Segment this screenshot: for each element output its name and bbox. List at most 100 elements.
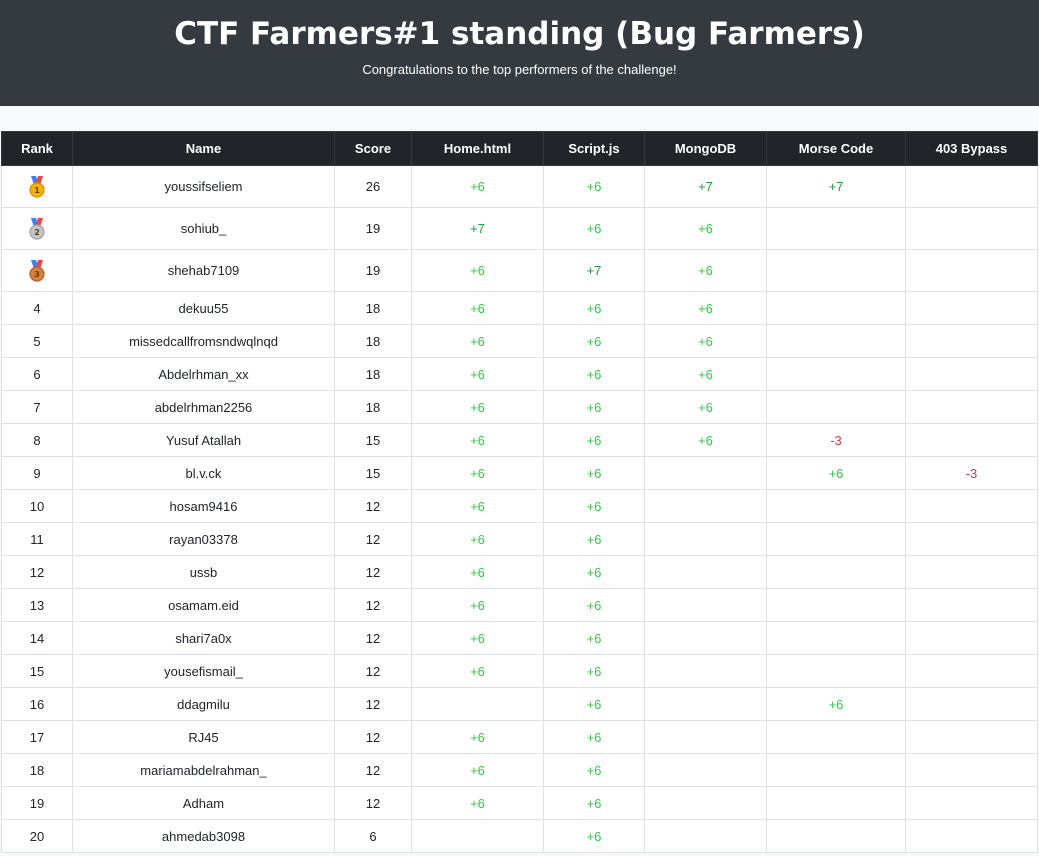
table-row: 18 mariamabdelrahman_ 12 +6 +6 xyxy=(1,753,1038,787)
table-row: 13 osamam.eid 12 +6 +6 xyxy=(1,588,1038,622)
home-html-points-cell: +6 xyxy=(411,324,544,358)
mongodb-points-cell xyxy=(644,588,767,622)
table-row: 1 youssifseliem 26 +6 +6 +7 +7 xyxy=(1,165,1038,208)
player-name: missedcallfromsndwqlnqd xyxy=(72,324,335,358)
mongodb-points-cell xyxy=(644,654,767,688)
script-js-points-cell: +6 xyxy=(543,291,645,325)
script-js-points-cell: +6 xyxy=(543,555,645,589)
table-row: 12 ussb 12 +6 +6 xyxy=(1,555,1038,589)
mongodb-points-cell xyxy=(644,621,767,655)
rank-cell: 20 xyxy=(1,819,73,853)
player-name: hosam9416 xyxy=(72,489,335,523)
morse-code-points-cell xyxy=(766,489,906,523)
home-html-points-cell: +6 xyxy=(411,165,544,208)
leaderboard-table: Rank Name Score Home.html Script.js Mong… xyxy=(1,131,1038,853)
score-cell: 12 xyxy=(334,489,412,523)
score-cell: 19 xyxy=(334,249,412,292)
rank-cell: 12 xyxy=(1,555,73,589)
score-cell: 12 xyxy=(334,654,412,688)
403-bypass-points-cell xyxy=(905,654,1038,688)
score-cell: 12 xyxy=(334,522,412,556)
403-bypass-points-cell xyxy=(905,324,1038,358)
morse-code-points-cell xyxy=(766,207,906,250)
mongodb-points-cell xyxy=(644,720,767,754)
morse-code-points-cell xyxy=(766,291,906,325)
home-html-points-cell: +6 xyxy=(411,390,544,424)
rank-cell: 18 xyxy=(1,753,73,787)
rank-cell: 3 xyxy=(1,249,73,292)
table-row: 15 yousefismail_ 12 +6 +6 xyxy=(1,654,1038,688)
script-js-points-cell: +6 xyxy=(543,390,645,424)
morse-code-points-cell xyxy=(766,522,906,556)
svg-text:3: 3 xyxy=(34,270,40,279)
page-title: CTF Farmers#1 standing (Bug Farmers) xyxy=(174,16,865,52)
403-bypass-points-cell xyxy=(905,207,1038,250)
morse-code-points-cell: +6 xyxy=(766,456,906,490)
player-name: dekuu55 xyxy=(72,291,335,325)
mongodb-points-cell xyxy=(644,687,767,721)
home-html-points-cell: +6 xyxy=(411,291,544,325)
rank-cell: 14 xyxy=(1,621,73,655)
script-js-points-cell: +6 xyxy=(543,819,645,853)
score-cell: 12 xyxy=(334,786,412,820)
player-name: Abdelrhman_xx xyxy=(72,357,335,391)
script-js-points-cell: +6 xyxy=(543,588,645,622)
table-row: 8 Yusuf Atallah 15 +6 +6 +6 -3 xyxy=(1,423,1038,457)
morse-code-points-cell xyxy=(766,324,906,358)
column-header-rank: Rank xyxy=(1,131,73,166)
script-js-points-cell: +6 xyxy=(543,456,645,490)
table-row: 17 RJ45 12 +6 +6 xyxy=(1,720,1038,754)
rank-cell: 2 xyxy=(1,207,73,250)
script-js-points-cell: +7 xyxy=(543,249,645,292)
rank-cell: 9 xyxy=(1,456,73,490)
403-bypass-points-cell xyxy=(905,357,1038,391)
mongodb-points-cell: +6 xyxy=(644,357,767,391)
403-bypass-points-cell xyxy=(905,588,1038,622)
home-html-points-cell: +6 xyxy=(411,621,544,655)
home-html-points-cell: +6 xyxy=(411,423,544,457)
score-cell: 19 xyxy=(334,207,412,250)
column-header-mongodb: MongoDB xyxy=(644,131,767,166)
home-html-points-cell: +6 xyxy=(411,249,544,292)
player-name: ahmedab3098 xyxy=(72,819,335,853)
home-html-points-cell: +6 xyxy=(411,489,544,523)
script-js-points-cell: +6 xyxy=(543,489,645,523)
mongodb-points-cell xyxy=(644,522,767,556)
score-cell: 6 xyxy=(334,819,412,853)
score-cell: 12 xyxy=(334,687,412,721)
column-header-script-js: Script.js xyxy=(543,131,645,166)
column-header-score: Score xyxy=(334,131,412,166)
table-row: 7 abdelrhman2256 18 +6 +6 +6 xyxy=(1,390,1038,424)
score-cell: 18 xyxy=(334,390,412,424)
morse-code-points-cell xyxy=(766,555,906,589)
column-header-403-bypass: 403 Bypass xyxy=(905,131,1038,166)
table-row: 16 ddagmilu 12 +6 +6 xyxy=(1,687,1038,721)
player-name: sohiub_ xyxy=(72,207,335,250)
morse-code-points-cell xyxy=(766,357,906,391)
morse-code-points-cell xyxy=(766,249,906,292)
silver-medal-icon: 2 xyxy=(28,217,46,240)
403-bypass-points-cell xyxy=(905,786,1038,820)
table-row: 6 Abdelrhman_xx 18 +6 +6 +6 xyxy=(1,357,1038,391)
403-bypass-points-cell xyxy=(905,522,1038,556)
home-html-points-cell: +6 xyxy=(411,357,544,391)
player-name: yousefismail_ xyxy=(72,654,335,688)
player-name: RJ45 xyxy=(72,720,335,754)
score-cell: 18 xyxy=(334,291,412,325)
player-name: ussb xyxy=(72,555,335,589)
403-bypass-points-cell xyxy=(905,753,1038,787)
rank-cell: 7 xyxy=(1,390,73,424)
morse-code-points-cell: -3 xyxy=(766,423,906,457)
home-html-points-cell: +6 xyxy=(411,753,544,787)
score-cell: 18 xyxy=(334,357,412,391)
rank-cell: 15 xyxy=(1,654,73,688)
table-row: 9 bl.v.ck 15 +6 +6 +6 -3 xyxy=(1,456,1038,490)
rank-cell: 8 xyxy=(1,423,73,457)
rank-cell: 5 xyxy=(1,324,73,358)
403-bypass-points-cell xyxy=(905,621,1038,655)
morse-code-points-cell xyxy=(766,753,906,787)
script-js-points-cell: +6 xyxy=(543,621,645,655)
table-row: 11 rayan03378 12 +6 +6 xyxy=(1,522,1038,556)
player-name: osamam.eid xyxy=(72,588,335,622)
table-row: 2 sohiub_ 19 +7 +6 +6 xyxy=(1,207,1038,250)
